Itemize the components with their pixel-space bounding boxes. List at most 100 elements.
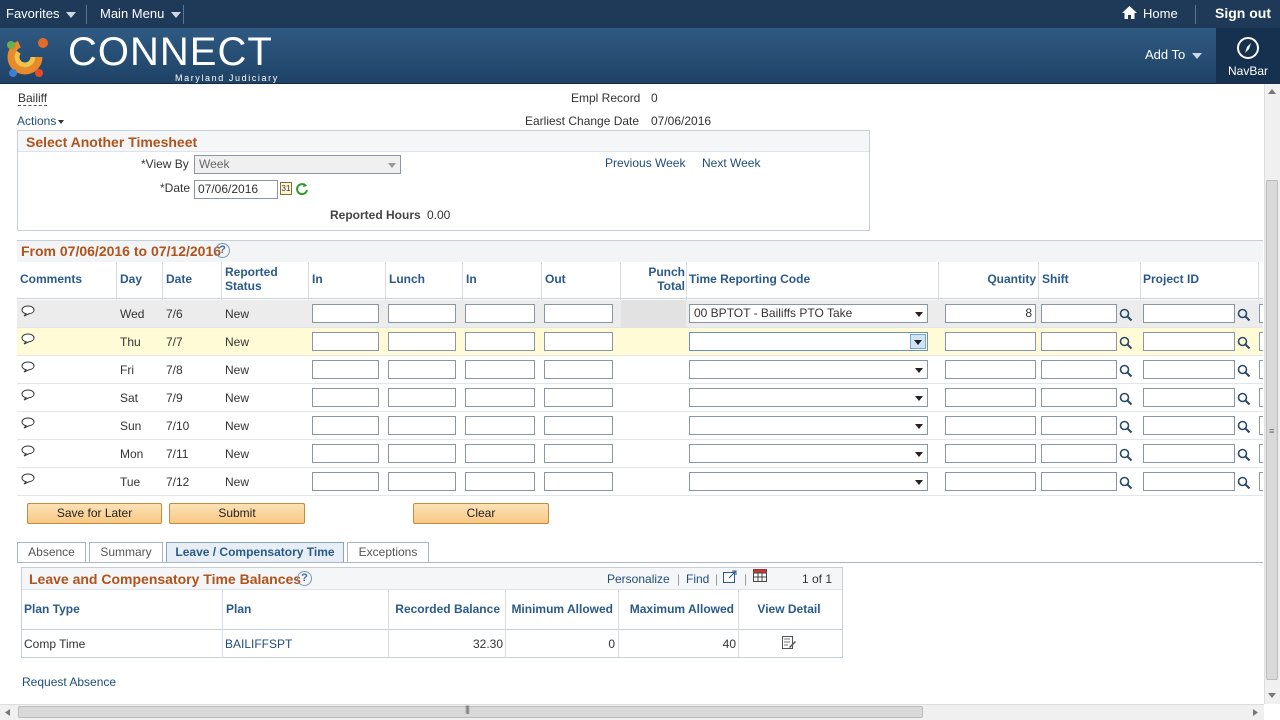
chevron-up-icon[interactable] (1268, 88, 1276, 95)
main-menu[interactable]: Main Menu (100, 0, 182, 28)
lunch-input[interactable] (388, 388, 456, 407)
in-2-input[interactable] (465, 444, 535, 463)
truncated-input[interactable] (1259, 416, 1263, 435)
comment-icon[interactable] (21, 473, 35, 485)
comment-icon[interactable] (21, 361, 35, 373)
tab-absence[interactable]: Absence (17, 542, 86, 563)
trc-select[interactable] (689, 444, 928, 463)
search-icon[interactable] (1119, 364, 1133, 378)
in-input[interactable] (312, 304, 379, 323)
trc-select[interactable] (689, 360, 928, 379)
lunch-input[interactable] (388, 304, 456, 323)
out-input[interactable] (544, 332, 613, 351)
project-id-input[interactable] (1143, 416, 1235, 435)
shift-input[interactable] (1041, 332, 1117, 351)
out-input[interactable] (544, 304, 613, 323)
quantity-input[interactable] (945, 416, 1036, 435)
plan-link[interactable]: BAILIFFSPT (225, 637, 292, 651)
chevron-right-icon[interactable] (1251, 709, 1259, 716)
truncated-input[interactable] (1259, 444, 1263, 463)
tab-leave-compensatory-time[interactable]: Leave / Compensatory Time (166, 542, 344, 563)
view-by-select[interactable]: Week (194, 155, 401, 174)
request-absence-link[interactable]: Request Absence (22, 675, 116, 689)
in-input[interactable] (312, 416, 379, 435)
actions-menu[interactable]: Actions (17, 114, 65, 128)
favorites-menu[interactable]: Favorites (6, 0, 77, 28)
truncated-input[interactable] (1259, 360, 1263, 379)
quantity-input[interactable] (945, 388, 1036, 407)
job-title[interactable]: Bailiff (18, 91, 48, 106)
search-icon[interactable] (1237, 392, 1251, 406)
previous-week-link[interactable]: Previous Week (605, 156, 685, 170)
in-2-input[interactable] (465, 416, 535, 435)
view-all-icon[interactable] (723, 570, 738, 583)
quantity-input[interactable]: 8 (945, 304, 1036, 323)
search-icon[interactable] (1119, 308, 1133, 322)
in-2-input[interactable] (465, 388, 535, 407)
out-input[interactable] (544, 360, 613, 379)
date-input[interactable]: 07/06/2016 (194, 180, 278, 199)
chevron-down-icon[interactable] (1268, 692, 1276, 699)
comment-icon[interactable] (21, 333, 35, 345)
clear-button[interactable]: Clear (413, 503, 549, 524)
trc-select[interactable] (689, 332, 928, 351)
truncated-input[interactable] (1259, 388, 1263, 407)
quantity-input[interactable] (945, 332, 1036, 351)
search-icon[interactable] (1237, 364, 1251, 378)
next-week-link[interactable]: Next Week (702, 156, 760, 170)
out-input[interactable] (544, 472, 613, 491)
submit-button[interactable]: Submit (169, 503, 305, 524)
add-to-menu[interactable]: Add To (1145, 47, 1203, 62)
project-id-input[interactable] (1143, 304, 1235, 323)
save-for-later-button[interactable]: Save for Later (27, 503, 162, 524)
truncated-input[interactable] (1259, 472, 1263, 491)
in-2-input[interactable] (465, 332, 535, 351)
in-input[interactable] (312, 388, 379, 407)
shift-input[interactable] (1041, 444, 1117, 463)
project-id-input[interactable] (1143, 332, 1235, 351)
truncated-input[interactable] (1259, 304, 1263, 323)
trc-select[interactable] (689, 416, 928, 435)
refresh-icon[interactable] (295, 182, 309, 196)
calendar-icon[interactable]: 31 (280, 182, 292, 195)
chevron-left-icon[interactable] (4, 709, 12, 716)
trc-select[interactable] (689, 472, 928, 491)
navbar-button[interactable]: NavBar (1216, 28, 1280, 84)
project-id-input[interactable] (1143, 444, 1235, 463)
lunch-input[interactable] (388, 444, 456, 463)
view-detail-icon[interactable] (781, 635, 797, 650)
personalize-link[interactable]: Personalize (607, 572, 670, 586)
sign-out-link[interactable]: Sign out (1215, 0, 1271, 28)
out-input[interactable] (544, 388, 613, 407)
lunch-input[interactable] (388, 472, 456, 491)
comment-icon[interactable] (21, 417, 35, 429)
lunch-input[interactable] (388, 332, 456, 351)
comment-icon[interactable] (21, 305, 35, 317)
search-icon[interactable] (1119, 392, 1133, 406)
help-icon[interactable]: ? (215, 243, 230, 258)
in-input[interactable] (312, 472, 379, 491)
in-2-input[interactable] (465, 304, 535, 323)
project-id-input[interactable] (1143, 360, 1235, 379)
search-icon[interactable] (1237, 448, 1251, 462)
find-link[interactable]: Find (686, 572, 709, 586)
trc-select[interactable] (689, 388, 928, 407)
in-input[interactable] (312, 444, 379, 463)
search-icon[interactable] (1119, 420, 1133, 434)
in-input[interactable] (312, 332, 379, 351)
shift-input[interactable] (1041, 472, 1117, 491)
spreadsheet-icon[interactable] (753, 569, 769, 583)
shift-input[interactable] (1041, 304, 1117, 323)
search-icon[interactable] (1119, 336, 1133, 350)
quantity-input[interactable] (945, 360, 1036, 379)
search-icon[interactable] (1237, 336, 1251, 350)
search-icon[interactable] (1237, 420, 1251, 434)
search-icon[interactable] (1237, 308, 1251, 322)
lunch-input[interactable] (388, 416, 456, 435)
search-icon[interactable] (1119, 476, 1133, 490)
out-input[interactable] (544, 444, 613, 463)
help-icon[interactable]: ? (297, 571, 312, 586)
in-2-input[interactable] (465, 360, 535, 379)
comment-icon[interactable] (21, 389, 35, 401)
search-icon[interactable] (1119, 448, 1133, 462)
